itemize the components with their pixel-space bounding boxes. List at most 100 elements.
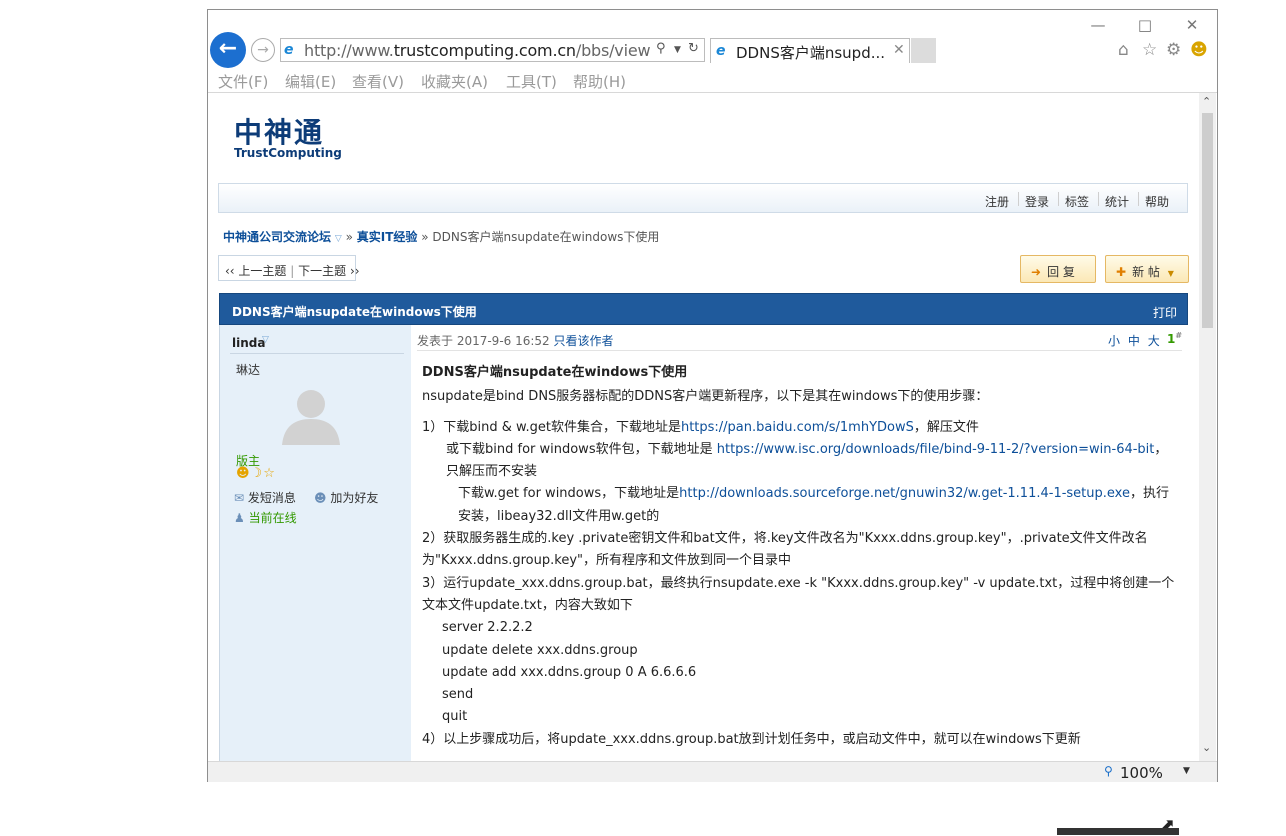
gear-icon[interactable]: ⚙ (1166, 40, 1181, 60)
prev-thread-link[interactable]: ‹‹ 上一主题 (225, 264, 286, 278)
chevron-down-icon: ▼ (1167, 269, 1174, 278)
home-icon[interactable]: ⌂ (1118, 40, 1129, 60)
menu-view[interactable]: 查看(V) (352, 71, 404, 92)
breadcrumb-board[interactable]: 真实IT经验 (357, 230, 418, 244)
content-step3: 3）运行update_xxx.ddns.group.bat，最终执行nsupda… (422, 575, 1175, 613)
browser-window: — □ ✕ ← → e http://www.trustcomputing.co… (207, 9, 1218, 782)
refresh-icon[interactable]: ↻ (688, 41, 699, 56)
text: 1）下载bind & w.get软件集合，下载地址是 (422, 419, 681, 435)
nav-help[interactable]: 帮助 (1145, 193, 1169, 210)
author-divider (230, 353, 404, 354)
text: ，解压文件 (913, 419, 979, 435)
author-name[interactable]: linda (232, 336, 265, 350)
sourceforge-wget-link[interactable]: http://downloads.sourceforge.net/gnuwin3… (679, 486, 1130, 501)
post-message: DDNS客户端nsupdate在windows下使用 nsupdate是bind… (422, 362, 1180, 751)
code-line: update delete xxx.ddns.group (442, 642, 638, 658)
new-tab-button[interactable] (911, 38, 936, 63)
content-step1c: 下载w.get for windows，下载地址是http://download… (422, 483, 1180, 528)
baidu-pan-link[interactable]: https://pan.baidu.com/s/1mhYDowS (681, 420, 914, 435)
favorites-star-icon[interactable]: ☆ (1142, 40, 1157, 60)
new-post-label: 新 帖 (1132, 265, 1160, 279)
text: 或下载bind for windows软件包，下载地址是 (446, 441, 717, 457)
scroll-down-icon[interactable]: ⌄ (1202, 741, 1211, 754)
breadcrumb-forum[interactable]: 中神通公司交流论坛 (223, 230, 331, 244)
font-medium-link[interactable]: 中 (1128, 334, 1140, 348)
rank-stars-icon: ☻☽☆ (236, 466, 276, 481)
dropdown-arrow-icon[interactable]: ▼ (674, 45, 681, 55)
ie-page-icon: e (284, 42, 294, 58)
post-date: 发表于 2017-9-6 16:52 (417, 334, 550, 348)
send-message-link[interactable]: ✉ 发短消息 (234, 489, 296, 506)
post-header: DDNS客户端nsupdate在windows下使用 打印 (219, 293, 1188, 325)
online-status: ♟ 当前在线 (234, 509, 297, 526)
smiley-feedback-icon[interactable]: ☻ (1190, 40, 1208, 60)
minimize-icon[interactable]: — (1086, 14, 1110, 36)
address-input[interactable]: http://www.trustcomputing.com.cn/bbs/vie… (304, 41, 651, 60)
font-large-link[interactable]: 大 (1148, 334, 1160, 348)
tab-title: DDNS客户端nsupd... (736, 44, 886, 62)
nav-divider (1058, 192, 1059, 206)
author-realname: 琳达 (236, 363, 261, 377)
zoom-dropdown-icon[interactable]: ▼ (1183, 766, 1190, 776)
print-link[interactable]: 打印 (1153, 304, 1177, 321)
tab-active[interactable]: e DDNS客户端nsupd... ✕ (710, 38, 910, 63)
menu-file[interactable]: 文件(F) (218, 71, 268, 92)
nav-login[interactable]: 登录 (1025, 193, 1049, 210)
nav-register[interactable]: 注册 (985, 193, 1009, 210)
site-logo-en[interactable]: TrustComputing (234, 146, 342, 160)
nav-stats[interactable]: 统计 (1105, 193, 1129, 210)
chevron-down-icon[interactable]: ▽ (335, 234, 342, 244)
isc-bind-link[interactable]: https://www.isc.org/downloads/file/bind-… (717, 442, 1155, 457)
code-line: server 2.2.2.2 (442, 620, 533, 636)
user-icon: ♟ (234, 511, 245, 525)
tab-close-icon[interactable]: ✕ (893, 42, 905, 58)
reply-button[interactable]: ➜ 回 复 (1020, 255, 1096, 283)
maximize-icon[interactable]: □ (1133, 14, 1157, 36)
author-panel: linda ▽ 琳达 版主 ☻☽☆ ✉ 发短消息 ☻ 加为好友 ♟ 当前在线 (220, 325, 412, 761)
add-friend-label: 加为好友 (330, 491, 379, 505)
avatar-placeholder-icon[interactable] (280, 385, 342, 445)
status-bar: ⚲ 100% ▼ (208, 761, 1217, 782)
search-icon[interactable]: ⚲ (656, 41, 666, 56)
chevron-down-icon[interactable]: ▽ (262, 335, 269, 345)
envelope-icon: ✉ (234, 491, 245, 505)
add-user-icon: ☻ (314, 491, 327, 505)
only-author-link[interactable]: 只看该作者 (554, 334, 614, 348)
thread-nav-divider: | (290, 264, 295, 278)
floor-suffix: # (1175, 331, 1183, 340)
site-logo-cn[interactable]: 中神通 (234, 111, 324, 151)
menu-edit[interactable]: 编辑(E) (285, 71, 336, 92)
nav-tags[interactable]: 标签 (1065, 193, 1089, 210)
breadcrumb-sep: » (345, 230, 353, 244)
breadcrumb-current: DDNS客户端nsupdate在windows下使用 (432, 230, 660, 244)
page-viewport: 中神通 TrustComputing 注册 登录 标签 统计 帮助 中神通公司交… (208, 93, 1199, 761)
next-thread-link[interactable]: 下一主题 ›› (298, 264, 359, 278)
scroll-up-icon[interactable]: ⌃ (1202, 95, 1211, 108)
menu-help[interactable]: 帮助(H) (573, 71, 626, 92)
code-line: update add xxx.ddns.group 0 A 6.6.6.6 (442, 664, 697, 680)
post-content-panel: 发表于 2017-9-6 16:52 只看该作者 小 中 大 1# DDNS客户… (411, 325, 1188, 761)
arrow-right-icon: → (257, 42, 269, 58)
ie-page-icon: e (716, 43, 726, 59)
floor-number[interactable]: 1# (1167, 331, 1182, 346)
font-small-link[interactable]: 小 (1108, 334, 1120, 348)
nav-divider (1098, 192, 1099, 206)
content-step1a: 1）下载bind & w.get软件集合，下载地址是https://pan.ba… (422, 417, 1180, 439)
forward-button[interactable]: → (251, 38, 275, 62)
address-bar[interactable]: e http://www.trustcomputing.com.cn/bbs/v… (280, 38, 705, 62)
scrollbar-thumb[interactable] (1202, 113, 1213, 328)
menu-bar: 文件(F) 编辑(E) 查看(V) 收藏夹(A) 工具(T) 帮助(H) (208, 68, 1217, 93)
vertical-scrollbar[interactable]: ⌃ ⌄ (1199, 93, 1216, 761)
zoom-level[interactable]: 100% (1120, 764, 1163, 782)
content-step1b: 或下载bind for windows软件包，下载地址是 https://www… (422, 439, 1180, 484)
menu-tools[interactable]: 工具(T) (506, 71, 557, 92)
back-button[interactable]: ← (210, 32, 246, 68)
nav-divider (1018, 192, 1019, 206)
add-friend-link[interactable]: ☻ 加为好友 (314, 489, 378, 506)
new-post-button[interactable]: ✚ 新 帖 ▼ (1105, 255, 1189, 283)
zoom-icon[interactable]: ⚲ (1104, 764, 1113, 778)
text: 下载w.get for windows，下载地址是 (458, 486, 680, 502)
close-window-icon[interactable]: ✕ (1180, 14, 1204, 36)
menu-favorites[interactable]: 收藏夹(A) (421, 71, 488, 92)
